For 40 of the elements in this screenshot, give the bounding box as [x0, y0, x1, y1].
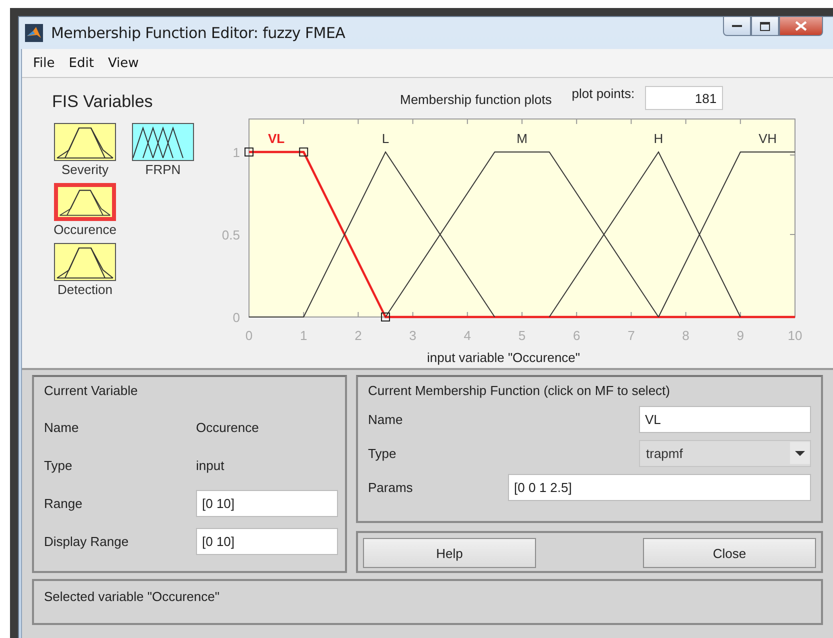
mf-label: H [654, 131, 664, 146]
field-label: Params [368, 480, 414, 494]
plot-points-label: plot points: [572, 86, 635, 101]
variable-label: Severity [62, 162, 108, 177]
variable-label: FRPN [145, 162, 181, 177]
tick-label: 1 [232, 145, 240, 160]
mf-label: M [516, 131, 528, 146]
field-value: Occurence [196, 420, 260, 434]
panel-title: Current Membership Function (click on MF to select) [368, 383, 671, 398]
field-label: Type [44, 458, 74, 472]
mf-label: VL [268, 131, 285, 146]
tick-label: 0.5 [222, 228, 240, 242]
tick-label: 0 [245, 328, 253, 343]
field-value: input [196, 458, 226, 472]
variable-label: Occurence [54, 222, 116, 237]
axis-label: input variable "Occurence" [427, 350, 580, 365]
tick-label: 4 [464, 328, 472, 343]
field-label: Type [368, 446, 398, 460]
tick-label: 1 [300, 328, 308, 343]
tick-label: 10 [788, 328, 802, 343]
variable-label: Detection [58, 282, 112, 297]
plot-title: Membership function plots [400, 92, 552, 107]
panel-title: Current Variable [44, 383, 139, 398]
tick-label: 8 [682, 328, 690, 343]
field-label: Range [44, 496, 84, 510]
field-label: Name [368, 412, 404, 426]
status-bar: Selected variable "Occurence" [32, 579, 823, 625]
tick-label: 9 [736, 328, 744, 343]
field-label: Name [44, 420, 80, 434]
tick-label: 7 [628, 328, 635, 343]
section-title: FIS Variables [52, 92, 154, 112]
tick-label: 6 [572, 328, 580, 343]
mf-label: L [382, 131, 390, 146]
field-label: Display Range [44, 534, 130, 548]
tick-label: 5 [518, 328, 526, 343]
window-title: Membership Function Editor: fuzzy FMEA [51, 24, 346, 42]
tick-label: 3 [409, 328, 416, 343]
tick-label: 0 [232, 310, 240, 325]
mf-label: VH [758, 131, 777, 146]
tick-label: 2 [354, 328, 362, 343]
